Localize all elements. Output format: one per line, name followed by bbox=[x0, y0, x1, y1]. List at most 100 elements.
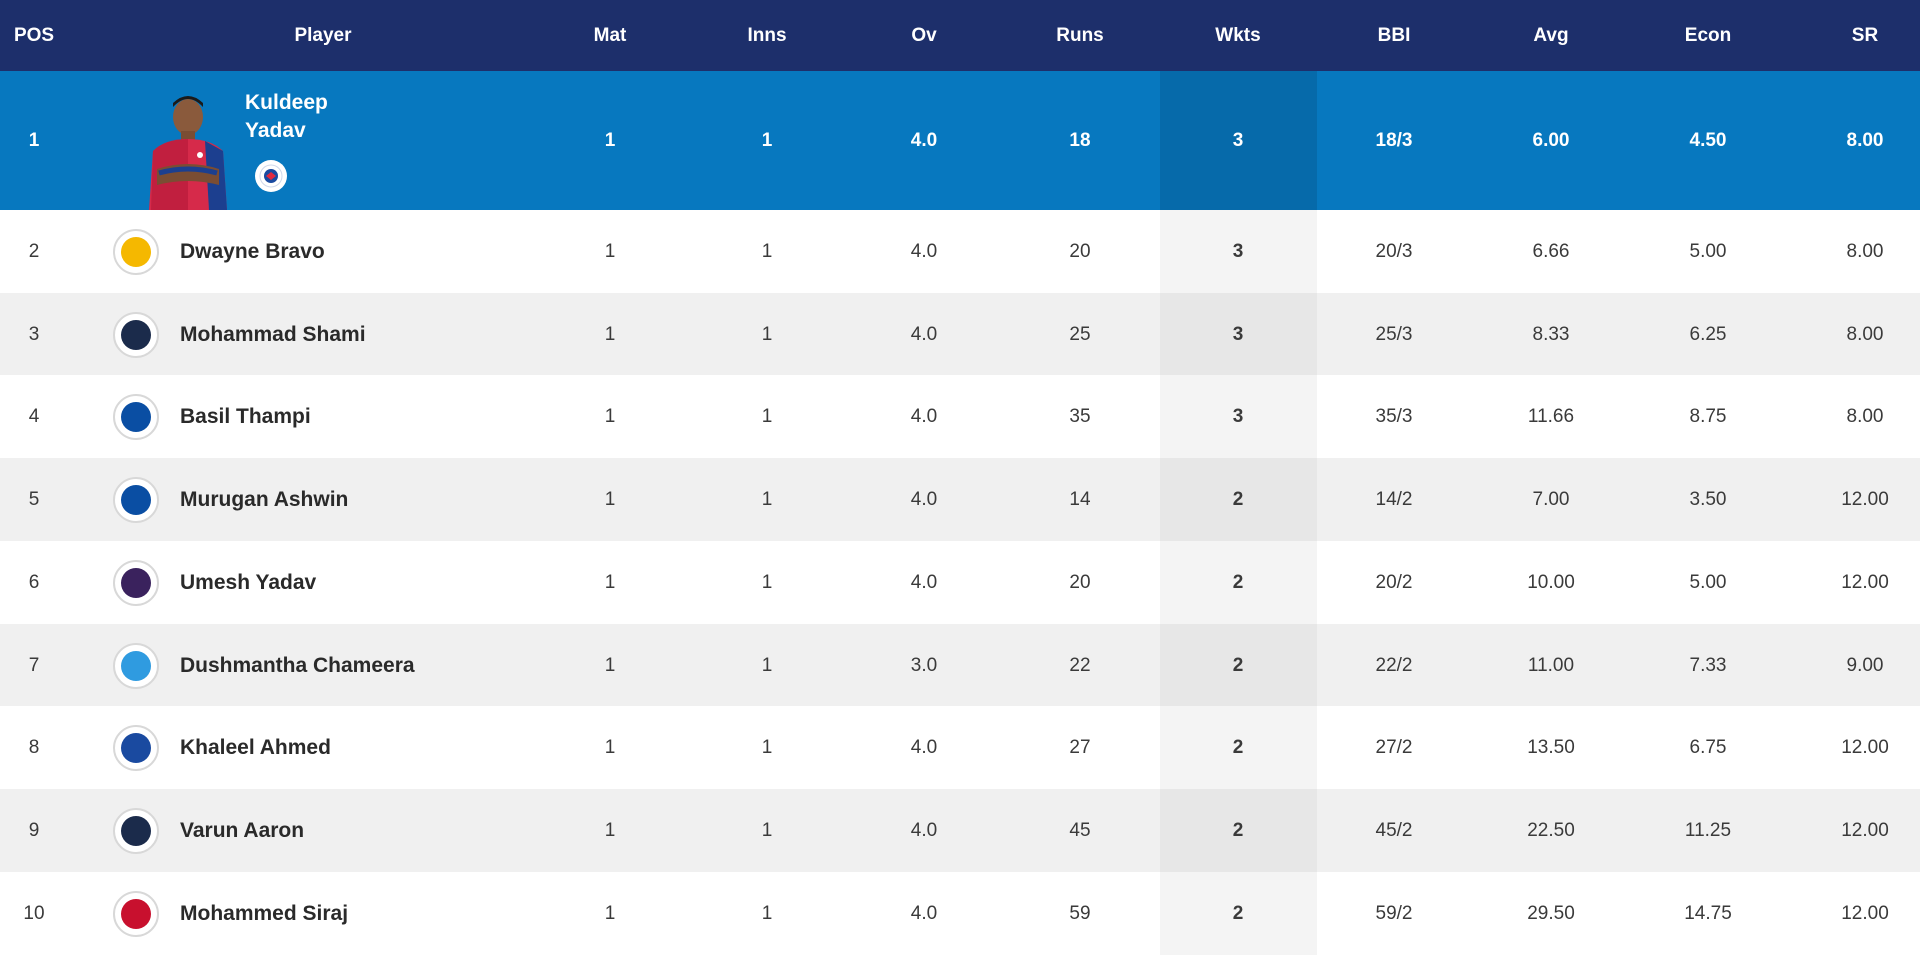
team-logo-mark bbox=[121, 236, 151, 267]
row-econ: 3.50 bbox=[1689, 488, 1727, 510]
player-name-link[interactable]: Umesh Yadav bbox=[180, 541, 316, 624]
row-sr: 8.00 bbox=[1846, 323, 1884, 345]
player-name-link[interactable]: Dwayne Bravo bbox=[180, 210, 325, 293]
row-econ: 5.00 bbox=[1689, 240, 1727, 262]
row-sr: 12.00 bbox=[1841, 571, 1889, 593]
row-mat: 1 bbox=[604, 736, 616, 758]
row-wkts: 3 bbox=[1232, 323, 1244, 345]
player-name-link[interactable]: Murugan Ashwin bbox=[180, 458, 348, 541]
row-runs: 25 bbox=[1069, 323, 1091, 345]
table-row[interactable]: 8 Khaleel Ahmed 1 1 4.0 27 2 27/2 13.50 6.75 12.00 bbox=[0, 706, 1920, 789]
row-sr: 12.00 bbox=[1841, 736, 1889, 758]
row-ov: 4.0 bbox=[910, 488, 938, 510]
row-bbi: 20/2 bbox=[1375, 571, 1413, 593]
row-bbi: 35/3 bbox=[1375, 405, 1413, 427]
row-pos: 7 bbox=[28, 654, 40, 676]
row-wkts: 3 bbox=[1232, 240, 1244, 262]
row-avg: 6.66 bbox=[1532, 240, 1570, 262]
row-runs: 27 bbox=[1069, 736, 1091, 758]
table-row[interactable]: 7 Dushmantha Chameera 1 1 3.0 22 2 22/2 11.00 7.3… bbox=[0, 624, 1920, 707]
row-sr: 9.00 bbox=[1846, 654, 1884, 676]
kolkata-knight-riders-logo-icon bbox=[113, 559, 159, 606]
row-sr: 12.00 bbox=[1841, 819, 1889, 841]
col-header-mat[interactable]: Mat bbox=[540, 0, 680, 71]
table-row[interactable]: 4 Basil Thampi 1 1 4.0 35 3 35/3 11.66 8.75 8.00 bbox=[0, 375, 1920, 458]
row-ov: 4.0 bbox=[910, 571, 938, 593]
col-header-player[interactable]: Player bbox=[223, 0, 423, 71]
leader-wkts: 3 bbox=[1232, 129, 1244, 151]
leader-econ: 4.50 bbox=[1689, 129, 1727, 151]
col-header-bbi[interactable]: BBI bbox=[1324, 0, 1464, 71]
row-runs: 14 bbox=[1069, 488, 1091, 510]
row-wkts: 2 bbox=[1232, 488, 1244, 510]
row-avg: 8.33 bbox=[1532, 323, 1570, 345]
row-mat: 1 bbox=[604, 654, 616, 676]
player-name-link[interactable]: Khaleel Ahmed bbox=[180, 706, 331, 789]
team-logo-mark bbox=[121, 401, 151, 432]
delhi-capitals-logo-icon bbox=[113, 724, 159, 771]
row-inns: 1 bbox=[761, 323, 773, 345]
col-header-econ[interactable]: Econ bbox=[1638, 0, 1778, 71]
player-name-link[interactable]: Mohammad Shami bbox=[180, 293, 366, 376]
row-mat: 1 bbox=[604, 323, 616, 345]
row-econ: 5.00 bbox=[1689, 571, 1727, 593]
col-header-pos[interactable]: POS bbox=[0, 0, 104, 71]
table-row[interactable]: 5 Murugan Ashwin 1 1 4.0 14 2 14/2 7.00 3.50 12.00 bbox=[0, 458, 1920, 541]
leader-avg: 6.00 bbox=[1532, 129, 1570, 151]
leader-player-name[interactable]: Kuldeep Yadav bbox=[245, 89, 328, 145]
row-econ: 7.33 bbox=[1689, 654, 1727, 676]
col-header-runs[interactable]: Runs bbox=[1010, 0, 1150, 71]
col-header-avg[interactable]: Avg bbox=[1481, 0, 1621, 71]
row-bbi: 25/3 bbox=[1375, 323, 1413, 345]
row-runs: 22 bbox=[1069, 654, 1091, 676]
mumbai-indians-logo-icon bbox=[113, 476, 159, 523]
table-row[interactable]: 2 Dwayne Bravo 1 1 4.0 20 3 20/3 6.66 5.00 8.00 bbox=[0, 210, 1920, 293]
row-sr: 8.00 bbox=[1846, 240, 1884, 262]
col-header-ov[interactable]: Ov bbox=[854, 0, 994, 71]
player-name-link[interactable]: Basil Thampi bbox=[180, 375, 311, 458]
leader-pos: 1 bbox=[28, 129, 40, 151]
table-row[interactable]: 6 Umesh Yadav 1 1 4.0 20 2 20/2 10.00 5.00 12.00 bbox=[0, 541, 1920, 624]
row-inns: 1 bbox=[761, 488, 773, 510]
row-pos: 6 bbox=[28, 571, 40, 593]
row-bbi: 45/2 bbox=[1375, 819, 1413, 841]
leader-name-first: Kuldeep bbox=[245, 91, 328, 114]
row-econ: 14.75 bbox=[1684, 902, 1732, 924]
row-mat: 1 bbox=[604, 902, 616, 924]
row-mat: 1 bbox=[604, 571, 616, 593]
row-avg: 11.66 bbox=[1527, 405, 1575, 427]
row-avg: 22.50 bbox=[1527, 819, 1575, 841]
col-header-inns[interactable]: Inns bbox=[697, 0, 837, 71]
row-ov: 3.0 bbox=[910, 654, 938, 676]
lucknow-super-giants-logo-icon bbox=[113, 642, 159, 689]
player-name-link[interactable]: Varun Aaron bbox=[180, 789, 304, 872]
row-wkts: 2 bbox=[1232, 571, 1244, 593]
table-row[interactable]: 3 Mohammad Shami 1 1 4.0 25 3 25/3 8.33 6.25 8.00 bbox=[0, 293, 1920, 376]
table-header: POS Player Mat Inns Ov Runs Wkts BBI Avg… bbox=[0, 0, 1920, 71]
table-row[interactable]: 10 Mohammed Siraj 1 1 4.0 59 2 59/2 29.50 14.75 12… bbox=[0, 872, 1920, 955]
leader-mat: 1 bbox=[604, 129, 616, 151]
row-wkts: 2 bbox=[1232, 902, 1244, 924]
col-header-sr[interactable]: SR bbox=[1795, 0, 1920, 71]
row-wkts: 2 bbox=[1232, 654, 1244, 676]
row-avg: 11.00 bbox=[1527, 654, 1575, 676]
team-logo-mark bbox=[121, 815, 151, 846]
table-row[interactable]: 9 Varun Aaron 1 1 4.0 45 2 45/2 22.50 11.25 12.00 bbox=[0, 789, 1920, 872]
leader-row[interactable]: 1 Kuldeep Yadav 1 1 4.0 18 3 18/3 6.00 4… bbox=[0, 71, 1920, 210]
row-ov: 4.0 bbox=[910, 240, 938, 262]
row-wkts: 2 bbox=[1232, 736, 1244, 758]
row-inns: 1 bbox=[761, 819, 773, 841]
player-name-link[interactable]: Dushmantha Chameera bbox=[180, 624, 415, 707]
row-mat: 1 bbox=[604, 240, 616, 262]
col-header-wkts[interactable]: Wkts bbox=[1168, 0, 1308, 71]
row-ov: 4.0 bbox=[910, 819, 938, 841]
row-econ: 8.75 bbox=[1689, 405, 1727, 427]
player-photo bbox=[149, 96, 227, 210]
player-name-link[interactable]: Mohammed Siraj bbox=[180, 872, 348, 955]
row-inns: 1 bbox=[761, 902, 773, 924]
leader-ov: 4.0 bbox=[910, 129, 938, 151]
row-bbi: 59/2 bbox=[1375, 902, 1413, 924]
team-logo-mark bbox=[121, 567, 151, 598]
row-pos: 10 bbox=[23, 902, 45, 924]
gujarat-titans-logo-icon bbox=[113, 311, 159, 358]
